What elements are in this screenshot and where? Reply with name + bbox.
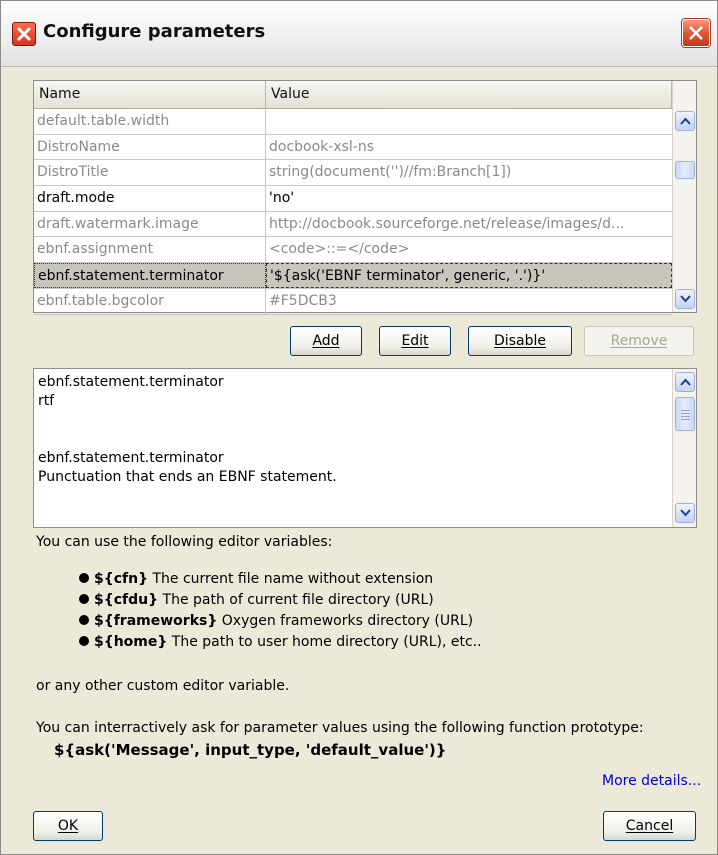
parameter-value-cell[interactable]: '${ask('EBNF terminator', generic, '.')}…	[266, 263, 672, 289]
configure-parameters-dialog: Configure parameters Name Value default.…	[0, 0, 718, 855]
table-row[interactable]: ebnf.assignment <code>::=</code>	[34, 237, 672, 264]
description-scroll-thumb[interactable]	[675, 397, 695, 431]
ask-function-intro: You can interractively ask for parameter…	[36, 720, 644, 736]
parameter-name-cell[interactable]: ebnf.table.bgcolor	[34, 288, 266, 314]
parameter-name-cell[interactable]: draft.mode	[34, 186, 266, 212]
parameters-table[interactable]: Name Value default.table.width DistroName…	[33, 80, 697, 315]
cancel-button-label: Cancel	[625, 818, 674, 834]
remove-button[interactable]: Remove	[584, 326, 694, 356]
table-scrollbar[interactable]	[672, 81, 696, 312]
chevron-up-icon	[680, 378, 691, 386]
parameter-name-cell[interactable]: ebnf.statement.terminator	[34, 263, 266, 289]
parameter-value-cell[interactable]: #F5DCB3	[266, 289, 672, 314]
editor-variable-description: The current file name without extension	[148, 571, 434, 587]
table-row[interactable]: DistroTitle string(document('')//fm:Branc…	[34, 160, 672, 187]
parameter-name-cell[interactable]: DistroTitle	[34, 160, 266, 186]
editor-variable-name: ${home}	[94, 634, 168, 650]
description-line: Punctuation that ends an EBNF statement.	[38, 469, 337, 485]
editor-variable-item: ${home} The path to user home directory …	[79, 632, 482, 653]
title-bar[interactable]: Configure parameters	[1, 1, 717, 67]
chevron-down-icon	[680, 295, 691, 303]
chevron-down-icon	[680, 509, 691, 517]
edit-button-label: Edit	[401, 333, 429, 349]
description-scroll-up-button[interactable]	[675, 372, 695, 392]
description-scrollbar[interactable]	[672, 369, 696, 527]
description-line: ebnf.statement.terminator	[38, 450, 224, 466]
parameter-value-cell[interactable]	[266, 109, 672, 134]
bullet-icon	[79, 636, 89, 646]
more-details-link[interactable]: More details...	[602, 773, 701, 789]
parameter-name-cell[interactable]: default.table.width	[34, 109, 266, 134]
editor-variable-item: ${frameworks} Oxygen frameworks director…	[79, 611, 482, 632]
description-scroll-down-button[interactable]	[675, 503, 695, 523]
disable-button-label: Disable	[494, 333, 546, 349]
editor-variable-item: ${cfdu} The path of current file directo…	[79, 590, 482, 611]
parameter-value-cell[interactable]: string(document('')//fm:Branch[1])	[266, 160, 672, 185]
editor-variables-list: ${cfn} The current file name without ext…	[79, 569, 482, 653]
editor-variable-name: ${cfn}	[94, 571, 149, 587]
editor-variable-description: The path to user home directory (URL), e…	[167, 634, 482, 650]
description-line: ebnf.statement.terminator	[38, 374, 224, 390]
description-line	[38, 430, 668, 449]
close-button[interactable]	[682, 19, 710, 47]
column-header-name[interactable]: Name	[34, 81, 266, 109]
disable-button[interactable]: Disable	[468, 326, 572, 356]
close-icon	[689, 26, 703, 40]
table-row[interactable]: default.table.width	[34, 109, 672, 135]
remove-button-label: Remove	[610, 333, 668, 349]
editor-variables-intro: You can use the following editor variabl…	[36, 534, 333, 550]
table-header: Name Value	[34, 81, 672, 109]
table-row[interactable]: draft.mode'no'	[34, 186, 672, 212]
editor-variable-name: ${frameworks}	[94, 613, 218, 629]
editor-variable-description: Oxygen frameworks directory (URL)	[217, 613, 474, 629]
parameter-value-cell[interactable]: docbook-xsl-ns	[266, 135, 672, 160]
table-row[interactable]: draft.watermark.image http://docbook.sour…	[34, 211, 672, 238]
parameter-value-cell[interactable]: <code>::=</code>	[266, 237, 672, 262]
table-row[interactable]: ebnf.table.bgcolor #F5DCB3	[34, 288, 672, 315]
editor-variable-description: The path of current file directory (URL)	[158, 592, 434, 608]
custom-variable-note: or any other custom editor variable.	[36, 678, 290, 694]
cancel-button[interactable]: Cancel	[603, 811, 696, 841]
scroll-thumb[interactable]	[675, 161, 695, 179]
description-line: rtf	[38, 393, 55, 409]
oxygen-app-icon	[12, 22, 36, 46]
ok-button-label: OK	[57, 818, 79, 834]
description-text: ebnf.statement.terminator rtf ebnf.stateme…	[38, 373, 668, 487]
parameter-value-cell[interactable]: 'no'	[266, 186, 672, 211]
table-row[interactable]: DistroName docbook-xsl-ns	[34, 134, 672, 161]
edit-button[interactable]: Edit	[379, 326, 451, 356]
ok-button[interactable]: OK	[33, 811, 103, 841]
description-line	[38, 411, 668, 430]
scroll-up-button[interactable]	[675, 111, 695, 131]
dialog-title: Configure parameters	[43, 21, 266, 42]
ask-function-prototype: ${ask('Message', input_type, 'default_va…	[54, 741, 447, 759]
parameter-name-cell[interactable]: ebnf.assignment	[34, 237, 266, 263]
chevron-up-icon	[680, 117, 691, 125]
bullet-icon	[79, 573, 89, 583]
column-header-value[interactable]: Value	[266, 81, 672, 109]
editor-variable-item: ${cfn} The current file name without ext…	[79, 569, 482, 590]
bullet-icon	[79, 615, 89, 625]
table-body: default.table.width DistroName docbook-xsl…	[34, 109, 672, 315]
scroll-down-button[interactable]	[675, 289, 695, 309]
table-row[interactable]: ebnf.statement.terminator '${ask('EBNF te…	[34, 263, 672, 289]
add-button[interactable]: Add	[290, 326, 362, 356]
editor-variable-name: ${cfdu}	[94, 592, 159, 608]
bullet-icon	[79, 594, 89, 604]
parameter-description[interactable]: ebnf.statement.terminator rtf ebnf.stateme…	[33, 368, 697, 528]
parameter-name-cell[interactable]: DistroName	[34, 134, 266, 160]
parameter-value-cell[interactable]: http://docbook.sourceforge.net/release/i…	[266, 212, 672, 237]
add-button-label: Add	[312, 333, 340, 349]
parameter-name-cell[interactable]: draft.watermark.image	[34, 211, 266, 237]
